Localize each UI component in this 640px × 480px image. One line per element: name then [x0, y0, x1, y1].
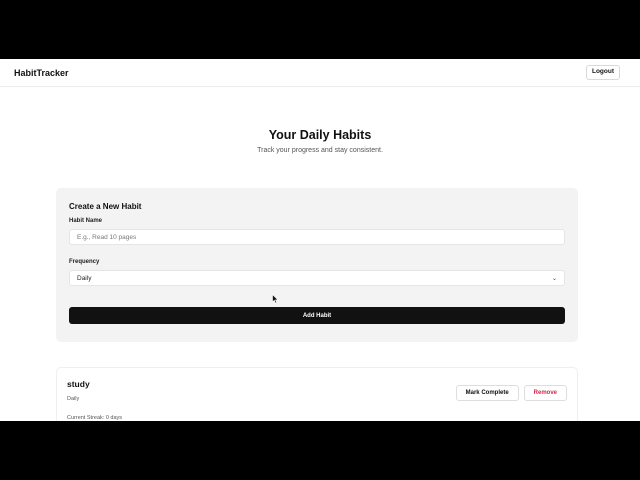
habit-name-label: Habit Name — [69, 218, 103, 224]
create-habit-form: Create a New Habit Habit Name E.g., Read… — [56, 188, 578, 342]
navbar: HabitTracker Logout — [0, 59, 640, 87]
habit-streak: Current Streak: 0 days — [67, 415, 123, 421]
habit-actions: Mark Complete Remove — [455, 385, 567, 401]
habit-card: study Daily Current Streak: 0 days Mark … — [56, 367, 578, 421]
page-title: Your Daily Habits — [268, 128, 372, 142]
browser-viewport: HabitTracker Logout Your Daily Habits Tr… — [0, 59, 640, 421]
habit-name-placeholder: E.g., Read 10 pages — [77, 233, 137, 241]
form-heading: Create a New Habit — [69, 202, 142, 211]
page-subtitle: Track your progress and stay consistent. — [257, 147, 383, 154]
brand-logo[interactable]: HabitTracker — [14, 68, 69, 78]
frequency-label: Frequency — [69, 259, 100, 265]
mouse-cursor-icon — [272, 294, 279, 304]
habit-name-input[interactable]: E.g., Read 10 pages — [69, 229, 565, 245]
frequency-selected-value: Daily — [77, 274, 92, 282]
mark-complete-button[interactable]: Mark Complete — [455, 385, 519, 401]
hero: Your Daily Habits Track your progress an… — [0, 128, 640, 154]
frequency-select[interactable]: Daily ⌄ — [69, 270, 565, 286]
remove-button[interactable]: Remove — [523, 385, 567, 401]
chevron-down-icon: ⌄ — [551, 275, 557, 282]
add-habit-button[interactable]: Add Habit — [69, 307, 565, 324]
logout-button[interactable]: Logout — [585, 65, 620, 80]
